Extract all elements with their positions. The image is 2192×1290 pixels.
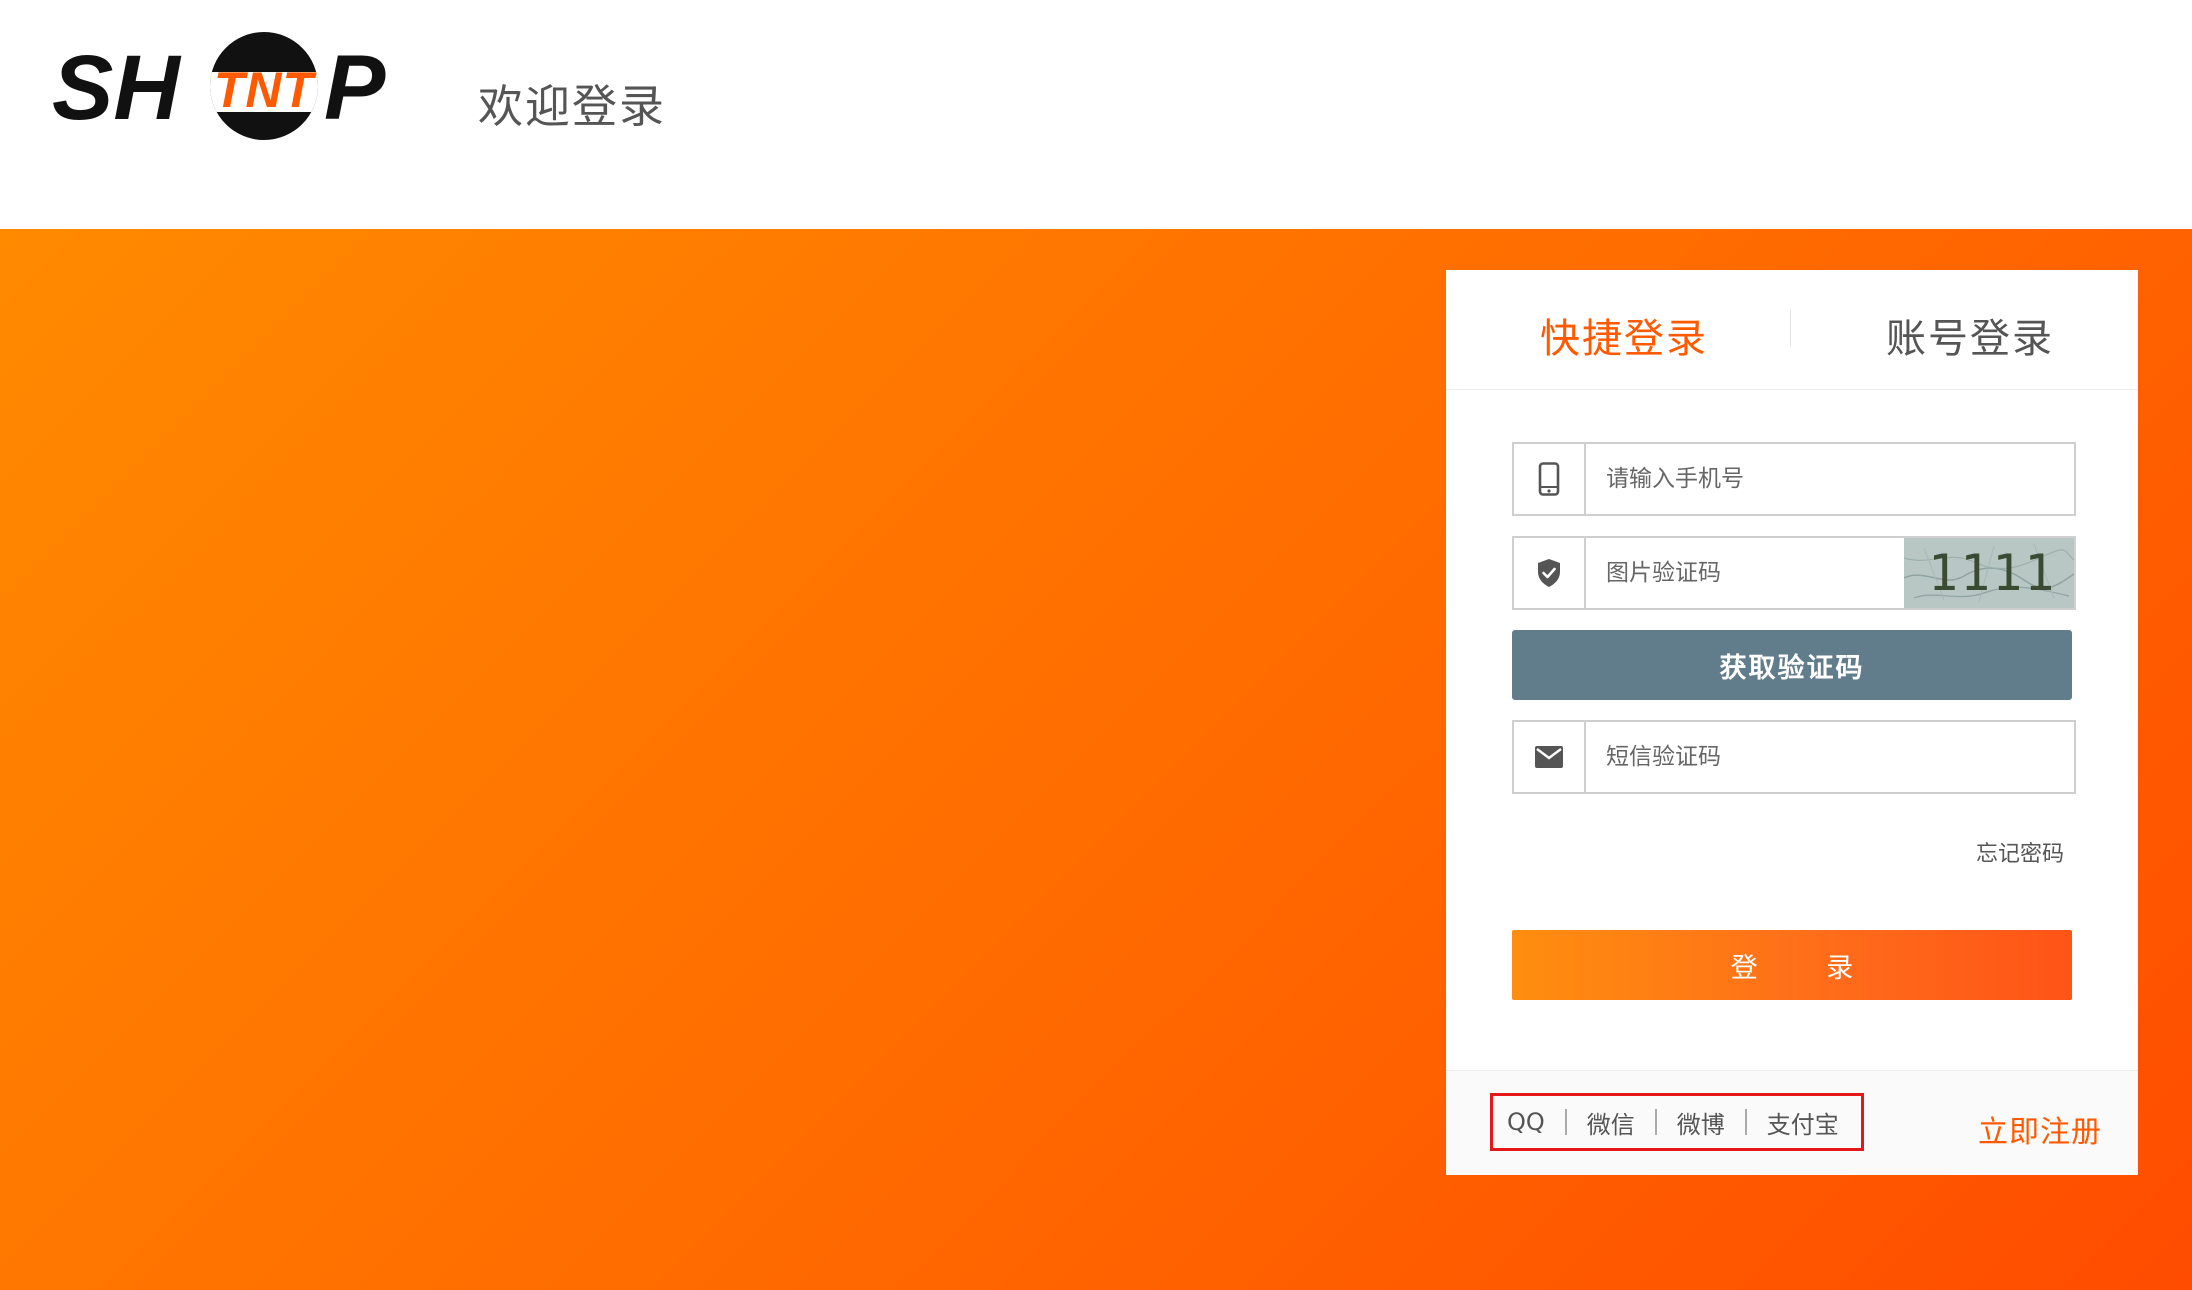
login-panel: 快捷登录 账号登录 111: [1446, 270, 2138, 1175]
alipay-login-link[interactable]: 支付宝: [1767, 1105, 1839, 1140]
captcha-image-text: 1111: [1928, 544, 2057, 602]
login-footer: QQ 微信 微博 支付宝 立即注册: [1446, 1070, 2138, 1175]
captcha-input[interactable]: [1606, 538, 1906, 608]
logo-letters-middle: TNT: [213, 62, 315, 118]
weibo-login-link[interactable]: 微博: [1677, 1105, 1725, 1140]
tab-quick-login[interactable]: 快捷登录: [1540, 306, 1708, 364]
tab-divider: [1790, 310, 1791, 346]
logo-letters-right: P: [324, 37, 386, 139]
separator: [1654, 1109, 1657, 1135]
separator: [1744, 1109, 1747, 1135]
wechat-login-link[interactable]: 微信: [1587, 1105, 1635, 1140]
register-link[interactable]: 立即注册: [1978, 1107, 2102, 1151]
tab-account-login[interactable]: 账号登录: [1886, 306, 2054, 364]
phone-field: [1512, 442, 2076, 516]
envelope-icon: [1514, 722, 1586, 792]
qq-login-link[interactable]: QQ: [1507, 1108, 1545, 1136]
shtntp-logo[interactable]: SH TNT P: [52, 30, 397, 146]
captcha-field: 1111: [1512, 536, 2076, 610]
separator: [1564, 1109, 1567, 1135]
login-tabs: 快捷登录 账号登录: [1446, 270, 2138, 390]
phone-input[interactable]: [1606, 444, 2046, 514]
sms-code-field: [1512, 720, 2076, 794]
captcha-image[interactable]: 1111: [1904, 538, 2074, 608]
shield-check-icon: [1514, 538, 1586, 608]
welcome-title: 欢迎登录: [478, 80, 667, 133]
login-button[interactable]: 登 录: [1512, 930, 2072, 1000]
mobile-phone-icon: [1514, 444, 1586, 514]
sms-code-input[interactable]: [1606, 722, 2046, 792]
third-party-login-group: QQ 微信 微博 支付宝: [1490, 1093, 1864, 1151]
get-code-button[interactable]: 获取验证码: [1512, 630, 2072, 700]
site-header: SH TNT P 欢迎登录: [0, 0, 2192, 229]
logo-letters-left: SH: [52, 37, 180, 139]
forgot-password-link[interactable]: 忘记密码: [1976, 836, 2064, 868]
